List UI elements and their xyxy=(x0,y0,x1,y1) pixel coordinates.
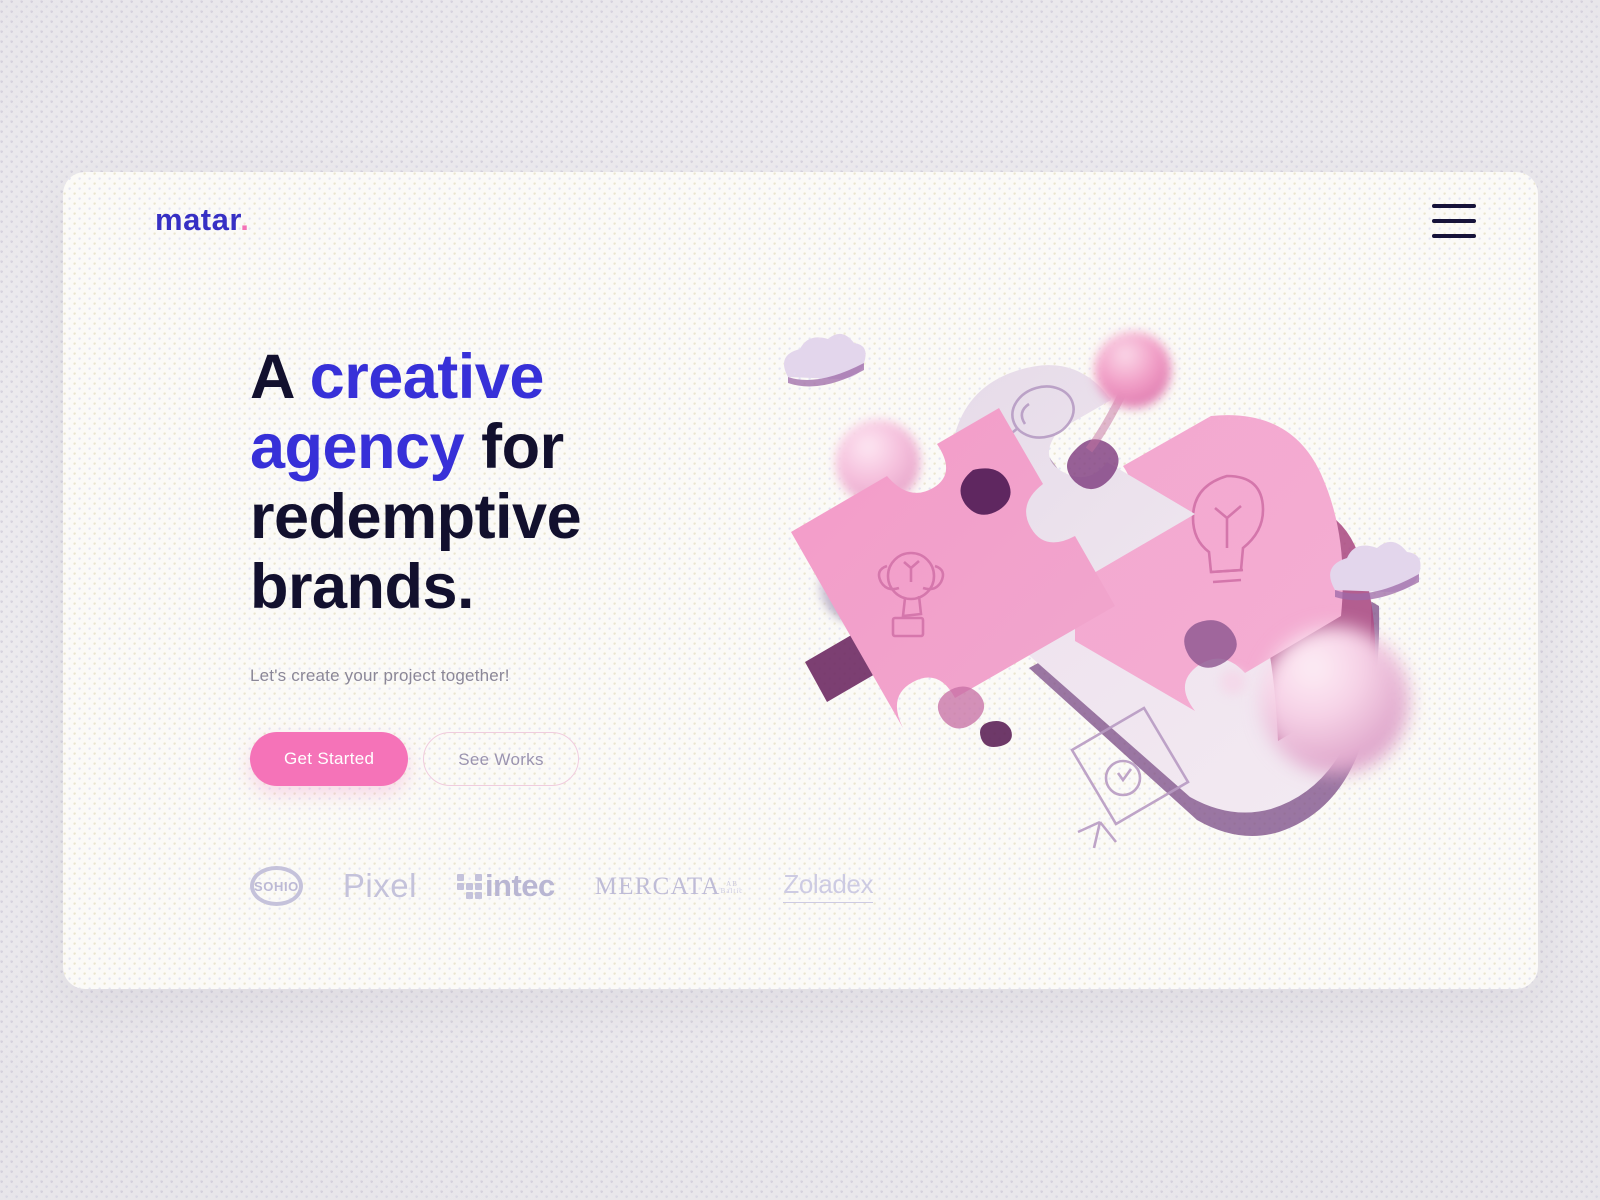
logo-sohio[interactable]: SOHIO xyxy=(250,866,303,906)
hamburger-menu-icon[interactable] xyxy=(1432,204,1476,238)
see-works-button[interactable]: See Works xyxy=(423,732,579,786)
mercata-subtext: AB Baltic xyxy=(720,879,744,895)
logo-zoladex[interactable]: Zoladex xyxy=(783,869,873,903)
hero-subtitle: Let's create your project together! xyxy=(250,666,510,685)
intec-wordmark: intec xyxy=(484,868,555,903)
brand-name: matar xyxy=(155,202,241,237)
logo-pixel[interactable]: Pixel xyxy=(343,867,417,905)
get-started-button[interactable]: Get Started xyxy=(250,732,409,786)
hero-content: A creative agency for redemptive brands.… xyxy=(250,342,873,906)
menu-line-3 xyxy=(1432,234,1476,238)
cta-row: Get Started See Works xyxy=(250,732,810,786)
brand-logo[interactable]: matar. xyxy=(155,204,249,235)
headline-text-2: for xyxy=(464,412,564,482)
headline-text-4: brands. xyxy=(250,552,475,622)
headline-accent-creative: creative xyxy=(309,342,545,412)
sphere-bubble-small xyxy=(1220,669,1246,695)
logo-intec[interactable]: intec xyxy=(456,868,555,904)
client-logos: SOHIO Pixel intec MERCATA AB Baltic Zola… xyxy=(250,866,873,906)
intec-mark-icon xyxy=(456,873,482,899)
sphere-pink-large xyxy=(1261,626,1409,774)
headline-text-3: redemptive xyxy=(250,482,582,552)
headline-accent-agency: agency xyxy=(250,412,465,482)
mercata-wordmark: MERCATA xyxy=(594,872,721,900)
hero-illustration xyxy=(763,322,1483,942)
hero-card: matar. A creative agency for redemptive … xyxy=(63,172,1538,989)
page-title: A creative agency for redemptive brands. xyxy=(250,342,810,622)
logo-mercata[interactable]: MERCATA AB Baltic xyxy=(595,874,744,899)
headline-text-1: A xyxy=(250,342,310,412)
brand-dot: . xyxy=(240,202,250,237)
menu-line-2 xyxy=(1432,219,1476,223)
menu-line-1 xyxy=(1432,204,1476,208)
